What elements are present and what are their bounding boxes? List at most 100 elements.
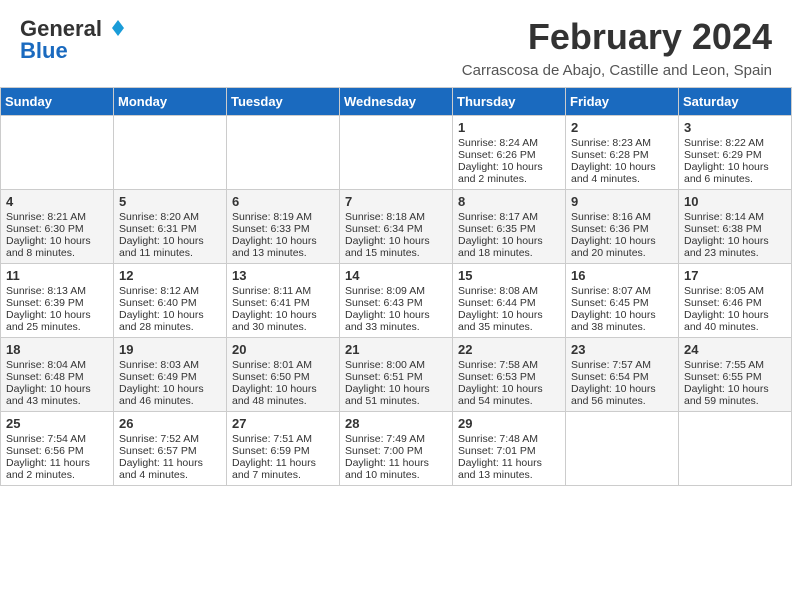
- daylight-hours: Daylight: 10 hours: [684, 309, 786, 321]
- sunset: Sunset: 7:00 PM: [345, 445, 447, 457]
- daylight-hours: Daylight: 10 hours: [684, 161, 786, 173]
- table-row: 7Sunrise: 8:18 AMSunset: 6:34 PMDaylight…: [340, 190, 453, 264]
- table-row: 10Sunrise: 8:14 AMSunset: 6:38 PMDayligh…: [679, 190, 792, 264]
- day-number: 24: [684, 342, 786, 357]
- sunset: Sunset: 6:56 PM: [6, 445, 108, 457]
- daylight-hours: Daylight: 10 hours: [571, 309, 673, 321]
- day-number: 10: [684, 194, 786, 209]
- header-saturday: Saturday: [679, 88, 792, 116]
- daylight-detail: and 13 minutes.: [232, 247, 334, 259]
- daylight-detail: and 4 minutes.: [119, 469, 221, 481]
- sunrise: Sunrise: 8:01 AM: [232, 359, 334, 371]
- table-row: 23Sunrise: 7:57 AMSunset: 6:54 PMDayligh…: [566, 338, 679, 412]
- daylight-hours: Daylight: 10 hours: [458, 161, 560, 173]
- sunrise: Sunrise: 7:51 AM: [232, 433, 334, 445]
- daylight-hours: Daylight: 10 hours: [684, 383, 786, 395]
- sunrise: Sunrise: 8:11 AM: [232, 285, 334, 297]
- day-number: 1: [458, 120, 560, 135]
- day-number: 9: [571, 194, 673, 209]
- daylight-detail: and 40 minutes.: [684, 321, 786, 333]
- daylight-detail: and 18 minutes.: [458, 247, 560, 259]
- table-row: 14Sunrise: 8:09 AMSunset: 6:43 PMDayligh…: [340, 264, 453, 338]
- day-number: 7: [345, 194, 447, 209]
- sunset: Sunset: 6:40 PM: [119, 297, 221, 309]
- sunrise: Sunrise: 8:17 AM: [458, 211, 560, 223]
- table-row: [566, 412, 679, 486]
- day-number: 13: [232, 268, 334, 283]
- sunrise: Sunrise: 8:08 AM: [458, 285, 560, 297]
- table-row: 4Sunrise: 8:21 AMSunset: 6:30 PMDaylight…: [1, 190, 114, 264]
- day-number: 25: [6, 416, 108, 431]
- sunset: Sunset: 6:46 PM: [684, 297, 786, 309]
- daylight-detail: and 38 minutes.: [571, 321, 673, 333]
- daylight-detail: and 10 minutes.: [345, 469, 447, 481]
- daylight-detail: and 4 minutes.: [571, 173, 673, 185]
- table-row: 22Sunrise: 7:58 AMSunset: 6:53 PMDayligh…: [453, 338, 566, 412]
- table-row: 1Sunrise: 8:24 AMSunset: 6:26 PMDaylight…: [453, 116, 566, 190]
- sunset: Sunset: 6:54 PM: [571, 371, 673, 383]
- table-row: 13Sunrise: 8:11 AMSunset: 6:41 PMDayligh…: [227, 264, 340, 338]
- daylight-detail: and 20 minutes.: [571, 247, 673, 259]
- table-row: 15Sunrise: 8:08 AMSunset: 6:44 PMDayligh…: [453, 264, 566, 338]
- title-block: February 2024 Carrascosa de Abajo, Casti…: [462, 16, 772, 79]
- sunrise: Sunrise: 8:22 AM: [684, 137, 786, 149]
- daylight-detail: and 2 minutes.: [6, 469, 108, 481]
- header-friday: Friday: [566, 88, 679, 116]
- sunrise: Sunrise: 8:16 AM: [571, 211, 673, 223]
- table-row: [340, 116, 453, 190]
- day-number: 29: [458, 416, 560, 431]
- daylight-detail: and 7 minutes.: [232, 469, 334, 481]
- sunrise: Sunrise: 8:00 AM: [345, 359, 447, 371]
- table-row: 3Sunrise: 8:22 AMSunset: 6:29 PMDaylight…: [679, 116, 792, 190]
- table-row: [227, 116, 340, 190]
- daylight-detail: and 48 minutes.: [232, 395, 334, 407]
- table-row: 9Sunrise: 8:16 AMSunset: 6:36 PMDaylight…: [566, 190, 679, 264]
- daylight-hours: Daylight: 11 hours: [458, 457, 560, 469]
- day-number: 12: [119, 268, 221, 283]
- daylight-hours: Daylight: 10 hours: [119, 383, 221, 395]
- day-number: 6: [232, 194, 334, 209]
- table-row: 24Sunrise: 7:55 AMSunset: 6:55 PMDayligh…: [679, 338, 792, 412]
- sunrise: Sunrise: 8:05 AM: [684, 285, 786, 297]
- daylight-detail: and 25 minutes.: [6, 321, 108, 333]
- table-row: 8Sunrise: 8:17 AMSunset: 6:35 PMDaylight…: [453, 190, 566, 264]
- day-number: 4: [6, 194, 108, 209]
- daylight-hours: Daylight: 10 hours: [6, 235, 108, 247]
- daylight-hours: Daylight: 10 hours: [119, 309, 221, 321]
- sunset: Sunset: 6:44 PM: [458, 297, 560, 309]
- sunrise: Sunrise: 8:21 AM: [6, 211, 108, 223]
- day-number: 11: [6, 268, 108, 283]
- daylight-hours: Daylight: 10 hours: [232, 235, 334, 247]
- sunrise: Sunrise: 8:24 AM: [458, 137, 560, 149]
- sunset: Sunset: 6:33 PM: [232, 223, 334, 235]
- day-number: 14: [345, 268, 447, 283]
- day-number: 20: [232, 342, 334, 357]
- calendar: Sunday Monday Tuesday Wednesday Thursday…: [0, 87, 792, 486]
- sunset: Sunset: 6:57 PM: [119, 445, 221, 457]
- header-monday: Monday: [114, 88, 227, 116]
- daylight-hours: Daylight: 10 hours: [571, 161, 673, 173]
- daylight-detail: and 35 minutes.: [458, 321, 560, 333]
- sunrise: Sunrise: 8:13 AM: [6, 285, 108, 297]
- daylight-detail: and 33 minutes.: [345, 321, 447, 333]
- day-number: 27: [232, 416, 334, 431]
- daylight-detail: and 2 minutes.: [458, 173, 560, 185]
- daylight-hours: Daylight: 10 hours: [232, 309, 334, 321]
- table-row: 11Sunrise: 8:13 AMSunset: 6:39 PMDayligh…: [1, 264, 114, 338]
- sunset: Sunset: 6:53 PM: [458, 371, 560, 383]
- day-number: 21: [345, 342, 447, 357]
- sunset: Sunset: 6:34 PM: [345, 223, 447, 235]
- daylight-hours: Daylight: 10 hours: [684, 235, 786, 247]
- day-number: 17: [684, 268, 786, 283]
- table-row: 19Sunrise: 8:03 AMSunset: 6:49 PMDayligh…: [114, 338, 227, 412]
- sunrise: Sunrise: 7:48 AM: [458, 433, 560, 445]
- sunrise: Sunrise: 8:12 AM: [119, 285, 221, 297]
- table-row: 20Sunrise: 8:01 AMSunset: 6:50 PMDayligh…: [227, 338, 340, 412]
- sunrise: Sunrise: 7:52 AM: [119, 433, 221, 445]
- header-thursday: Thursday: [453, 88, 566, 116]
- daylight-hours: Daylight: 11 hours: [119, 457, 221, 469]
- daylight-hours: Daylight: 10 hours: [232, 383, 334, 395]
- daylight-hours: Daylight: 10 hours: [345, 235, 447, 247]
- month-title: February 2024: [462, 16, 772, 58]
- table-row: 25Sunrise: 7:54 AMSunset: 6:56 PMDayligh…: [1, 412, 114, 486]
